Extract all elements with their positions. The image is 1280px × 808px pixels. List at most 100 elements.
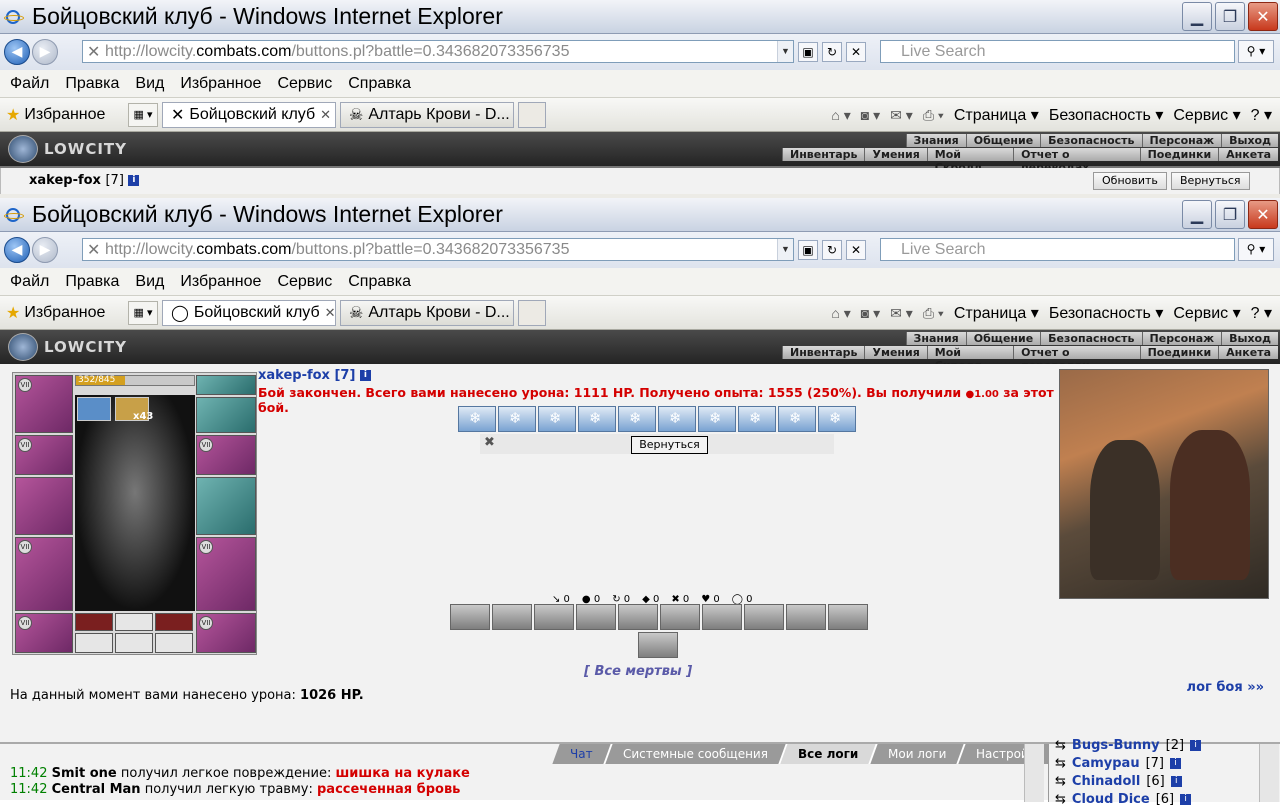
menu-tools[interactable]: Сервис — [277, 273, 332, 291]
chevron-down-icon[interactable]: ▼ — [777, 41, 793, 62]
safety-menu[interactable]: Безопасность ▾ — [1049, 105, 1164, 125]
scroll-slot[interactable] — [618, 406, 656, 432]
link-knowledge[interactable]: Знания — [905, 332, 966, 345]
slot-amulet[interactable] — [196, 397, 256, 433]
menu-help[interactable]: Справка — [348, 75, 411, 93]
menu-favorites[interactable]: Избранное — [180, 273, 261, 291]
trick-slot[interactable] — [534, 604, 574, 630]
link-transfers[interactable]: Отчет о переводах — [1013, 148, 1140, 174]
tab-close-icon[interactable]: ✕ — [325, 305, 335, 321]
address-bar[interactable]: ✕ http://lowcity.combats.com/buttons.pl?b… — [82, 40, 794, 63]
tab-active[interactable]: ✕ Бойцовский клуб ✕ — [162, 101, 336, 128]
menu-view[interactable]: Вид — [135, 75, 164, 93]
menu-favorites[interactable]: Избранное — [180, 75, 261, 93]
slot-legs[interactable]: VII — [196, 537, 256, 611]
feeds-icon[interactable]: ◙ ▾ — [861, 107, 880, 124]
compat-view-icon[interactable]: ▣ — [798, 42, 818, 62]
link-inventory[interactable]: Инвентарь — [782, 346, 865, 359]
menu-file[interactable]: Файл — [10, 75, 49, 93]
trick-slot[interactable] — [744, 604, 784, 630]
link-scroll[interactable]: Мой Скролл — [926, 346, 1014, 372]
tab-system[interactable]: Системные сообщения — [604, 744, 788, 764]
back-nav-button[interactable]: ◀ — [4, 39, 30, 65]
mail-icon[interactable]: ✉ ▾ — [890, 305, 913, 322]
link-skills[interactable]: Умения — [864, 148, 927, 161]
trick-slot[interactable] — [618, 604, 658, 630]
link-profile[interactable]: Анкета — [1218, 148, 1278, 161]
slot-bracers[interactable]: VII — [15, 435, 73, 475]
link-transfers[interactable]: Отчет о переводах — [1013, 346, 1140, 372]
link-knowledge[interactable]: Знания — [905, 134, 966, 147]
minimize-button[interactable]: ▁ — [1182, 200, 1212, 229]
new-tab-button[interactable] — [518, 299, 546, 326]
return-battle-button[interactable]: Вернуться — [631, 436, 708, 454]
scroll-slot[interactable] — [818, 406, 856, 432]
menu-edit[interactable]: Правка — [65, 273, 119, 291]
tab-active[interactable]: ◯ Бойцовский клуб ✕ — [162, 299, 336, 326]
scroll-slot[interactable] — [738, 406, 776, 432]
slot-potion-3[interactable] — [155, 613, 193, 631]
link-safety[interactable]: Безопасность — [1040, 134, 1142, 147]
user-item[interactable]: ⇆ Camypau [7] i — [1049, 754, 1280, 772]
refresh-icon[interactable]: ↻ — [822, 240, 842, 260]
link-inventory[interactable]: Инвентарь — [782, 148, 865, 161]
link-chat[interactable]: Общение — [965, 332, 1041, 345]
trick-slot[interactable] — [450, 604, 490, 630]
info-icon[interactable]: i — [1170, 757, 1181, 769]
slot-belt[interactable]: VII — [15, 613, 73, 653]
slot-empty-1[interactable] — [75, 633, 113, 653]
quick-tabs-icon[interactable]: ▦ ▾ — [128, 102, 158, 127]
user-item[interactable]: ⇆ Chinadoll [6] i — [1049, 772, 1280, 790]
slot-potion-2[interactable] — [115, 613, 153, 631]
menu-help[interactable]: Справка — [348, 273, 411, 291]
link-battles[interactable]: Поединки — [1139, 346, 1219, 359]
search-input[interactable]: Live Search — [880, 238, 1235, 261]
search-icon[interactable]: ⚲ ▾ — [1238, 40, 1274, 63]
link-battles[interactable]: Поединки — [1139, 148, 1219, 161]
return-button[interactable]: Вернуться — [1171, 172, 1250, 190]
trick-slot[interactable] — [492, 604, 532, 630]
battle-player-nick[interactable]: xakep-fox [7] i — [258, 368, 1058, 383]
menu-tools[interactable]: Сервис — [277, 75, 332, 93]
scroll-slot[interactable] — [498, 406, 536, 432]
new-tab-button[interactable] — [518, 101, 546, 128]
print-icon[interactable]: ⎙ ▾ — [923, 305, 944, 322]
tools-menu[interactable]: Сервис ▾ — [1173, 105, 1240, 125]
favorites-button[interactable]: ★ Избранное — [6, 303, 124, 323]
tab-close-icon[interactable]: ✕ — [320, 107, 331, 123]
menu-file[interactable]: Файл — [10, 273, 49, 291]
link-scroll[interactable]: Мой Скролл — [926, 148, 1014, 174]
tab-second[interactable]: ☠ Алтарь Крови - D... — [340, 101, 514, 128]
chat-scrollbar[interactable] — [1024, 744, 1044, 802]
stop-icon[interactable]: ✕ — [846, 42, 866, 62]
scroll-slot[interactable] — [458, 406, 496, 432]
slot-armor[interactable]: VII — [15, 537, 73, 611]
feeds-icon[interactable]: ◙ ▾ — [861, 305, 880, 322]
slot-rings[interactable] — [196, 375, 256, 395]
forward-nav-button[interactable]: ▶ — [32, 237, 58, 263]
users-scrollbar[interactable] — [1259, 744, 1279, 802]
slot-empty-2[interactable] — [115, 633, 153, 653]
help-menu[interactable]: ? ▾ — [1251, 105, 1272, 125]
tab-my-logs[interactable]: Мои логи — [870, 744, 966, 764]
link-chat[interactable]: Общение — [965, 134, 1041, 147]
slot-weapon-left[interactable] — [15, 477, 73, 535]
forward-nav-button[interactable]: ▶ — [32, 39, 58, 65]
trick-slot[interactable] — [638, 632, 678, 658]
tools-menu[interactable]: Сервис ▾ — [1173, 303, 1240, 323]
link-character[interactable]: Персонаж — [1141, 332, 1222, 345]
slot-potion-1[interactable] — [75, 613, 113, 631]
minimize-button[interactable]: ▁ — [1182, 2, 1212, 31]
scroll-slot[interactable] — [778, 406, 816, 432]
close-button[interactable]: ✕ — [1248, 200, 1278, 229]
slot-helmet[interactable]: VII — [15, 375, 73, 433]
tab-second[interactable]: ☠ Алтарь Крови - D... — [340, 299, 514, 326]
info-icon[interactable]: i — [1190, 739, 1202, 751]
menu-edit[interactable]: Правка — [65, 75, 119, 93]
link-safety[interactable]: Безопасность — [1040, 332, 1142, 345]
search-icon[interactable]: ⚲ ▾ — [1238, 238, 1274, 261]
scroll-slot[interactable] — [578, 406, 616, 432]
chevron-down-icon[interactable]: ▼ — [777, 239, 793, 260]
mail-icon[interactable]: ✉ ▾ — [890, 107, 913, 124]
refresh-button[interactable]: Обновить — [1093, 172, 1167, 190]
